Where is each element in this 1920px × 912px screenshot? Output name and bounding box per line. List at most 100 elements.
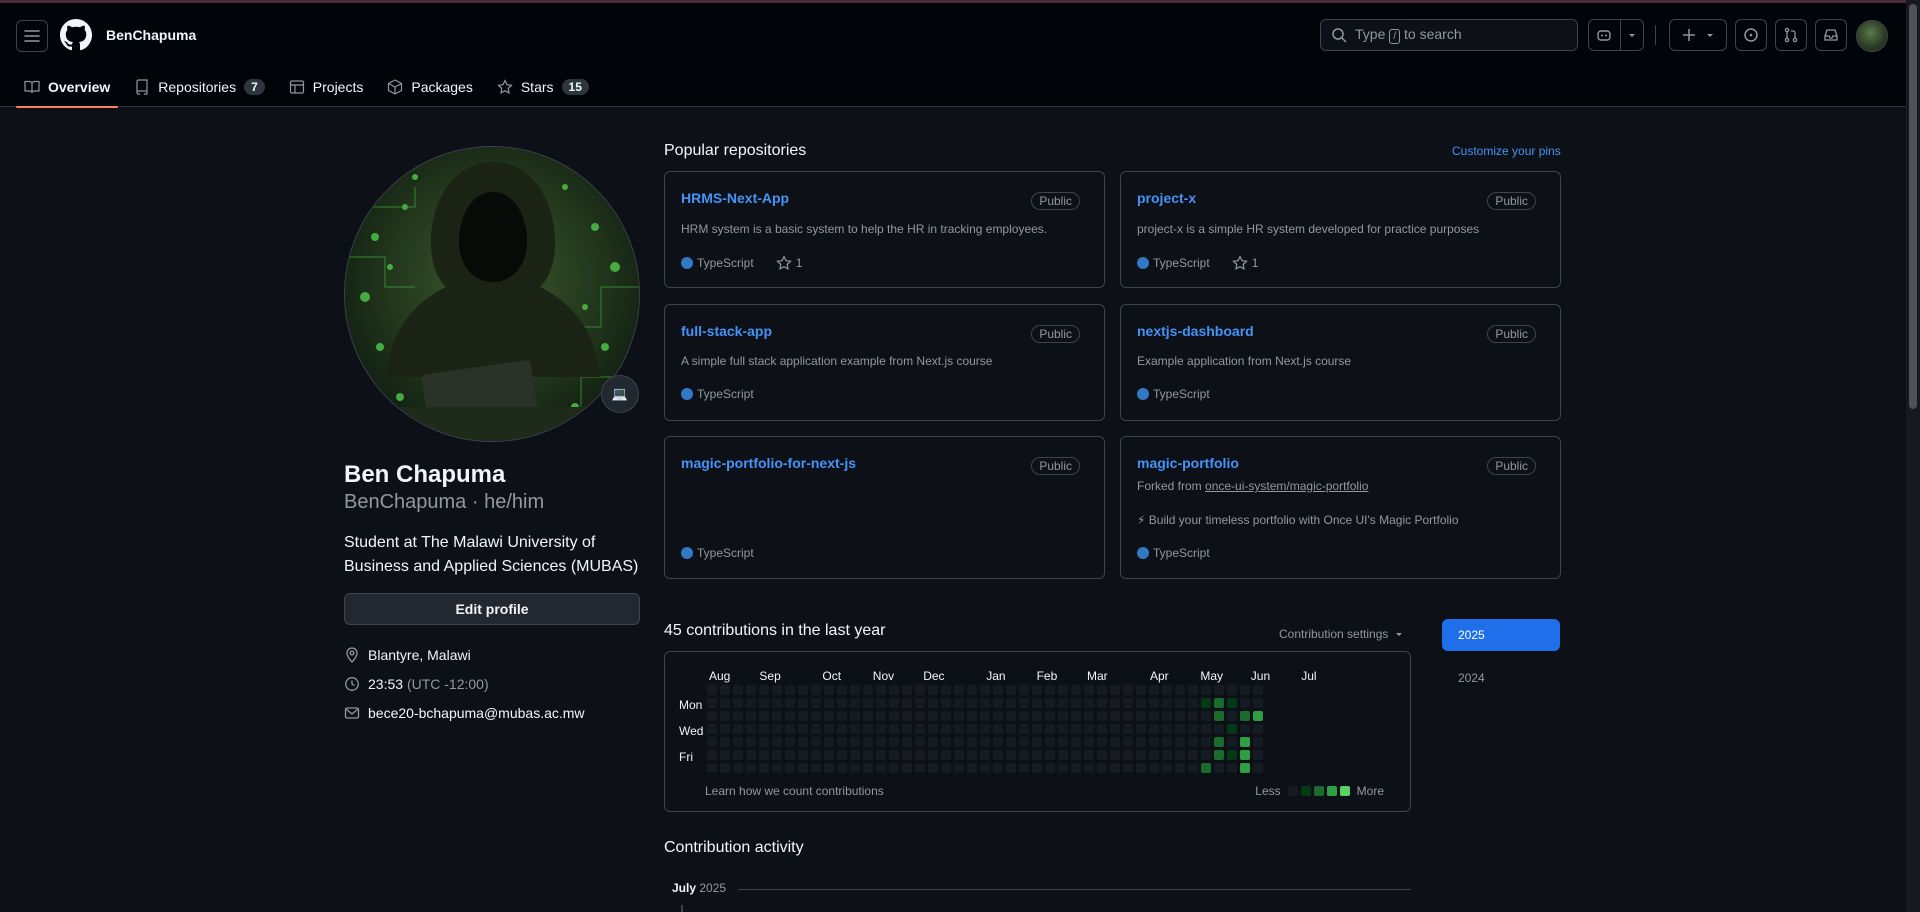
contribution-day-cell[interactable]: [850, 763, 860, 773]
contribution-day-cell[interactable]: [1201, 724, 1211, 734]
contribution-day-cell[interactable]: [798, 698, 808, 708]
contribution-day-cell[interactable]: [772, 698, 782, 708]
contribution-day-cell[interactable]: [954, 724, 964, 734]
contribution-day-cell[interactable]: [1162, 698, 1172, 708]
contribution-day-cell[interactable]: [824, 763, 834, 773]
contribution-day-cell[interactable]: [1123, 711, 1133, 721]
contribution-day-cell[interactable]: [1058, 724, 1068, 734]
contribution-day-cell[interactable]: [876, 750, 886, 760]
contribution-day-cell[interactable]: [1123, 763, 1133, 773]
repo-name-link[interactable]: HRMS-Next-App: [681, 190, 789, 206]
contribution-day-cell[interactable]: [1097, 737, 1107, 747]
inbox-button[interactable]: [1815, 19, 1847, 51]
contribution-day-cell[interactable]: [811, 698, 821, 708]
tab-repositories[interactable]: Repositories 7: [126, 67, 273, 107]
contribution-day-cell[interactable]: [1162, 685, 1172, 695]
contribution-day-cell[interactable]: [980, 763, 990, 773]
contribution-day-cell[interactable]: [824, 724, 834, 734]
contribution-day-cell[interactable]: [733, 698, 743, 708]
contribution-day-cell[interactable]: [1110, 750, 1120, 760]
contribution-day-cell[interactable]: [876, 685, 886, 695]
contribution-day-cell[interactable]: [785, 737, 795, 747]
year-2024-button[interactable]: 2024: [1442, 662, 1560, 694]
contribution-day-cell[interactable]: [993, 763, 1003, 773]
contribution-day-cell[interactable]: [1071, 763, 1081, 773]
contribution-day-cell[interactable]: [746, 724, 756, 734]
contribution-day-cell[interactable]: [1227, 711, 1237, 721]
contribution-day-cell[interactable]: [707, 724, 717, 734]
contribution-day-cell[interactable]: [759, 763, 769, 773]
contribution-day-cell[interactable]: [928, 698, 938, 708]
contribution-day-cell[interactable]: [1136, 711, 1146, 721]
contribution-day-cell[interactable]: [1149, 724, 1159, 734]
contribution-day-cell[interactable]: [967, 698, 977, 708]
contribution-day-cell[interactable]: [707, 763, 717, 773]
contribution-day-cell[interactable]: [1214, 711, 1224, 721]
contribution-day-cell[interactable]: [889, 685, 899, 695]
contribution-day-cell[interactable]: [850, 724, 860, 734]
contribution-day-cell[interactable]: [1006, 763, 1016, 773]
contribution-day-cell[interactable]: [785, 724, 795, 734]
contribution-day-cell[interactable]: [1123, 698, 1133, 708]
contribution-day-cell[interactable]: [1136, 737, 1146, 747]
contribution-day-cell[interactable]: [837, 763, 847, 773]
contribution-day-cell[interactable]: [889, 763, 899, 773]
contribution-day-cell[interactable]: [772, 724, 782, 734]
contribution-day-cell[interactable]: [707, 685, 717, 695]
contribution-day-cell[interactable]: [733, 763, 743, 773]
repo-stars-link[interactable]: 1: [775, 255, 802, 271]
contribution-day-cell[interactable]: [863, 750, 873, 760]
contribution-day-cell[interactable]: [1097, 750, 1107, 760]
contribution-day-cell[interactable]: [1084, 698, 1094, 708]
repo-name-link[interactable]: full-stack-app: [681, 323, 772, 339]
contribution-day-cell[interactable]: [837, 724, 847, 734]
contribution-day-cell[interactable]: [1110, 711, 1120, 721]
repo-name-link[interactable]: nextjs-dashboard: [1137, 323, 1254, 339]
contribution-day-cell[interactable]: [772, 685, 782, 695]
contribution-day-cell[interactable]: [941, 711, 951, 721]
contribution-day-cell[interactable]: [1019, 685, 1029, 695]
contribution-day-cell[interactable]: [980, 750, 990, 760]
contribution-day-cell[interactable]: [798, 685, 808, 695]
contribution-day-cell[interactable]: [1019, 750, 1029, 760]
contribution-day-cell[interactable]: [954, 750, 964, 760]
contribution-day-cell[interactable]: [902, 737, 912, 747]
contribution-day-cell[interactable]: [1045, 724, 1055, 734]
contribution-day-cell[interactable]: [1097, 724, 1107, 734]
contribution-day-cell[interactable]: [1175, 724, 1185, 734]
contribution-day-cell[interactable]: [1110, 724, 1120, 734]
contribution-day-cell[interactable]: [1071, 737, 1081, 747]
contribution-day-cell[interactable]: [1058, 711, 1068, 721]
contribution-day-cell[interactable]: [824, 737, 834, 747]
contribution-day-cell[interactable]: [811, 724, 821, 734]
contribution-day-cell[interactable]: [967, 724, 977, 734]
contribution-day-cell[interactable]: [746, 737, 756, 747]
contribution-day-cell[interactable]: [993, 698, 1003, 708]
contribution-day-cell[interactable]: [785, 750, 795, 760]
contribution-day-cell[interactable]: [1032, 698, 1042, 708]
contribution-day-cell[interactable]: [876, 737, 886, 747]
contribution-day-cell[interactable]: [1097, 711, 1107, 721]
contribution-day-cell[interactable]: [1045, 698, 1055, 708]
contribution-day-cell[interactable]: [1240, 711, 1250, 721]
contribution-day-cell[interactable]: [1097, 685, 1107, 695]
contribution-day-cell[interactable]: [707, 737, 717, 747]
contribution-day-cell[interactable]: [1253, 685, 1263, 695]
contribution-day-cell[interactable]: [1240, 685, 1250, 695]
contribution-day-cell[interactable]: [1240, 737, 1250, 747]
learn-contributions-link[interactable]: Learn how we count contributions: [705, 784, 884, 798]
contribution-day-cell[interactable]: [928, 763, 938, 773]
contribution-day-cell[interactable]: [863, 737, 873, 747]
contribution-day-cell[interactable]: [1136, 724, 1146, 734]
contribution-day-cell[interactable]: [837, 711, 847, 721]
contribution-day-cell[interactable]: [889, 737, 899, 747]
contribution-day-cell[interactable]: [928, 711, 938, 721]
contribution-day-cell[interactable]: [1227, 750, 1237, 760]
contribution-day-cell[interactable]: [798, 763, 808, 773]
contribution-day-cell[interactable]: [1188, 763, 1198, 773]
contribution-day-cell[interactable]: [1019, 711, 1029, 721]
contribution-day-cell[interactable]: [876, 698, 886, 708]
contribution-day-cell[interactable]: [915, 763, 925, 773]
contribution-day-cell[interactable]: [759, 750, 769, 760]
contribution-day-cell[interactable]: [785, 698, 795, 708]
